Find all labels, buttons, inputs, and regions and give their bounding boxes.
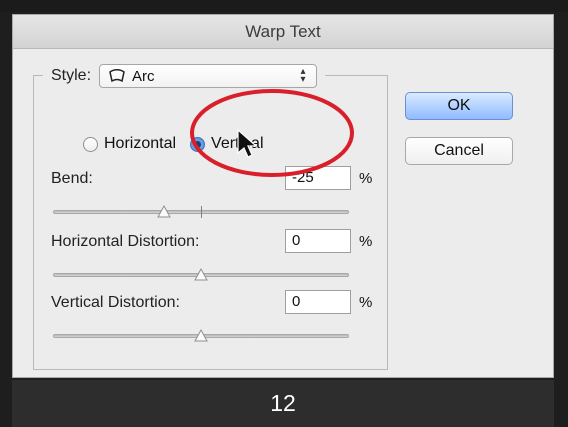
horizontal-distortion-label: Horizontal Distortion:	[51, 233, 200, 250]
ok-button[interactable]: OK	[405, 92, 513, 120]
style-row: Style: Arc ▴ ▾	[43, 63, 326, 89]
vertical-distortion-unit: %	[359, 294, 373, 311]
style-select[interactable]: Arc ▴ ▾	[99, 64, 318, 88]
bend-field[interactable]: -25	[285, 166, 351, 190]
horizontal-distortion-slider-thumb[interactable]	[194, 267, 208, 282]
radio-vertical[interactable]: Vertical	[190, 135, 264, 153]
radio-horizontal-label: Horizontal	[104, 135, 177, 152]
vertical-distortion-field[interactable]: 0	[285, 290, 351, 314]
radio-horizontal-circle[interactable]	[83, 136, 98, 152]
warp-settings-group	[33, 75, 388, 370]
vertical-distortion-slider-thumb[interactable]	[194, 328, 208, 343]
vertical-distortion-slider[interactable]	[53, 328, 349, 343]
radio-horizontal[interactable]: Horizontal	[83, 135, 176, 153]
style-select-value: Arc	[132, 67, 155, 85]
dialog-title: Warp Text	[13, 15, 553, 49]
style-label: Style:	[51, 67, 92, 84]
bend-unit: %	[359, 170, 373, 187]
bend-slider-center-tick	[201, 206, 202, 218]
select-arrows-icon: ▴ ▾	[300, 66, 306, 85]
warp-text-dialog: Warp Text Style: Arc ▴ ▾ Horizontal Verti…	[12, 14, 554, 378]
horizontal-distortion-field[interactable]: 0	[285, 229, 351, 253]
radio-vertical-label: Vertical	[211, 135, 264, 152]
arc-warp-icon	[108, 69, 126, 83]
cancel-button[interactable]: Cancel	[405, 137, 513, 165]
bend-label: Bend:	[51, 170, 93, 187]
bend-slider[interactable]	[53, 204, 349, 219]
caption-bar: 12	[12, 380, 554, 427]
horizontal-distortion-slider[interactable]	[53, 267, 349, 282]
horizontal-distortion-unit: %	[359, 233, 373, 250]
bend-slider-thumb[interactable]	[157, 204, 171, 219]
orientation-radio-group: Horizontal Vertical	[83, 135, 264, 153]
radio-vertical-circle[interactable]	[190, 136, 206, 152]
top-border	[0, 0, 568, 12]
vertical-distortion-label: Vertical Distortion:	[51, 294, 180, 311]
